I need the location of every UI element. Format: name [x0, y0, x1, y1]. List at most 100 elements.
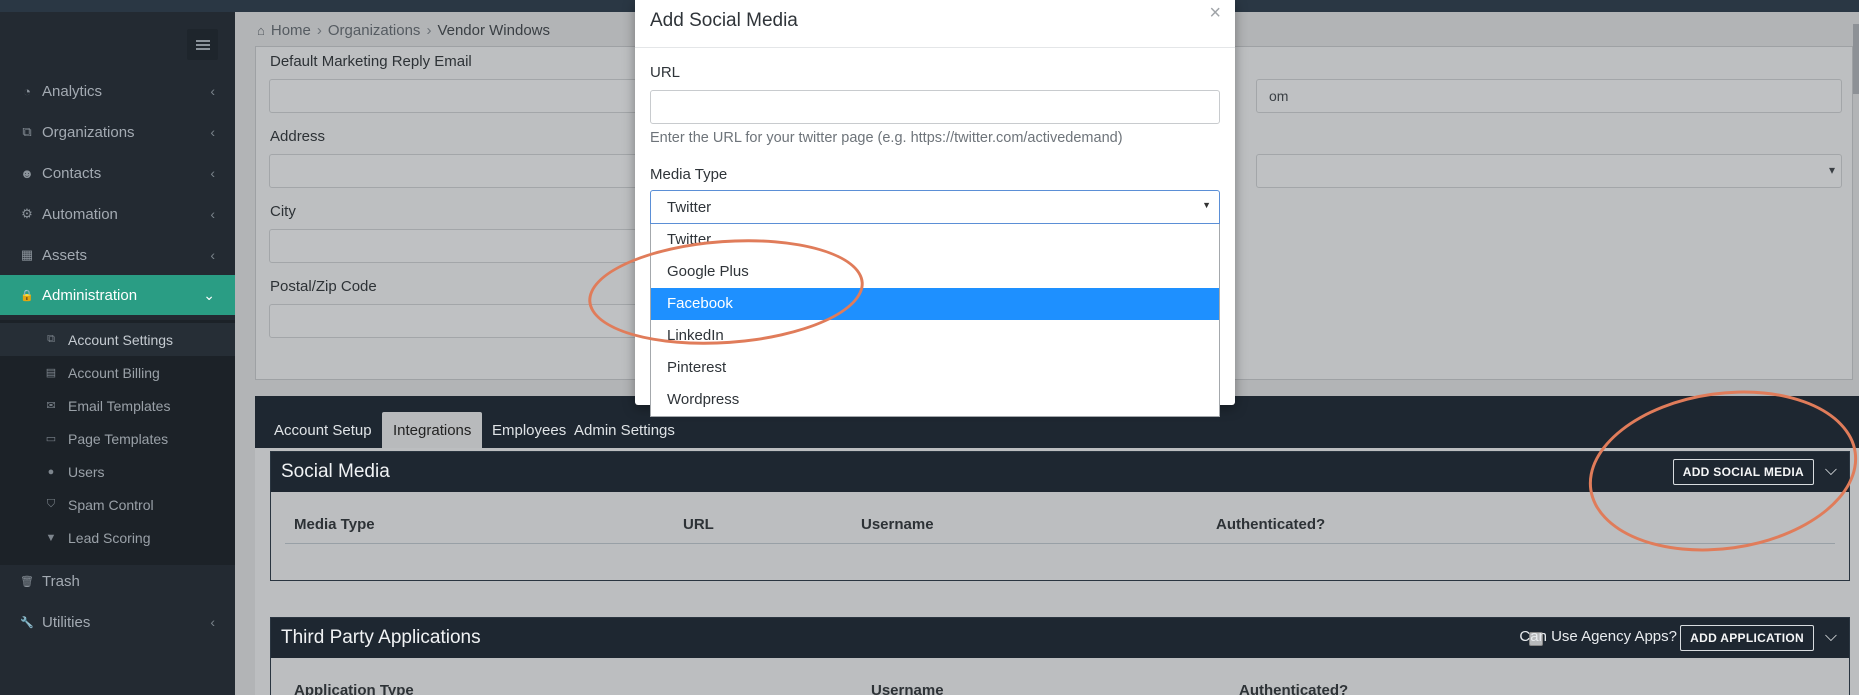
administration-submenu: ⧉ Account Settings ▤ Account Billing ✉ E… — [0, 320, 235, 565]
address-field[interactable] — [269, 154, 669, 188]
sidebar-item-label: Account Settings — [68, 331, 174, 348]
right-select-field[interactable]: ▾ — [1256, 154, 1842, 188]
postal-label: Postal/Zip Code — [270, 278, 377, 295]
address-label: Address — [270, 128, 326, 145]
users-icon: ☻ — [20, 165, 34, 181]
sidebar-item-organizations[interactable]: ⧉ Organizations ‹ — [0, 112, 235, 152]
sidebar-item-label: Analytics — [42, 82, 103, 100]
hamburger-icon[interactable] — [187, 29, 218, 60]
media-type-selected: Twitter — [667, 199, 712, 216]
cogs-icon: ⚙ — [21, 206, 33, 221]
column-header: URL — [683, 516, 714, 533]
add-social-media-modal: Add Social Media × URL Enter the URL for… — [635, 0, 1235, 417]
table-divider — [285, 543, 1835, 544]
file-icon: ▤ — [45, 367, 57, 379]
sidebar: ◔ Analytics ‹ ⧉ Organizations ‹ ☻ Contac… — [0, 12, 235, 695]
sidebar-item-lead-scoring[interactable]: ▼ Lead Scoring — [0, 521, 235, 554]
breadcrumb-current: Vendor Windows — [437, 22, 550, 39]
tab-admin-settings[interactable]: Admin Settings — [563, 412, 686, 448]
chevron-left-icon: ‹ — [210, 83, 215, 99]
sidebar-item-users[interactable]: ● Users — [0, 455, 235, 488]
sidebar-item-contacts[interactable]: ☻ Contacts ‹ — [0, 153, 235, 193]
sidebar-item-label: Users — [68, 463, 105, 480]
card-title: Social Media — [281, 461, 390, 482]
tab-integrations[interactable]: Integrations — [382, 412, 483, 448]
wrench-icon: 🔧 — [20, 616, 34, 629]
column-header: Authenticated? — [1239, 682, 1349, 695]
modal-header: Add Social Media × — [635, 0, 1235, 48]
sidebar-item-label: Account Billing — [68, 364, 160, 381]
sidebar-item-page-templates[interactable]: ▭ Page Templates — [0, 422, 235, 455]
agency-apps-label: Can Use Agency Apps? — [1519, 628, 1677, 645]
tab-account-setup[interactable]: Account Setup — [263, 412, 383, 448]
select-arrow-icon: ▼ — [1202, 200, 1211, 210]
breadcrumb-organizations[interactable]: Organizations — [328, 22, 421, 39]
url-help-text: Enter the URL for your twitter page (e.g… — [650, 130, 1123, 146]
reply-email-field[interactable] — [269, 79, 669, 113]
sidebar-item-utilities[interactable]: 🔧 Utilities ‹ — [0, 602, 235, 642]
chevron-left-icon: ‹ — [210, 247, 215, 263]
chevron-down-icon[interactable]: ⌵ — [1825, 628, 1837, 646]
sidebar-item-trash[interactable]: 🗑 Trash — [0, 561, 235, 601]
sidebar-item-account-billing[interactable]: ▤ Account Billing — [0, 356, 235, 389]
sidebar-item-label: Lead Scoring — [68, 529, 151, 546]
option-wordpress[interactable]: Wordpress — [651, 384, 1219, 416]
url-label: URL — [650, 64, 681, 81]
column-header: Application Type — [294, 682, 414, 695]
media-type-label: Media Type — [650, 166, 728, 183]
sidebar-item-label: Page Templates — [68, 430, 169, 447]
select-arrow-icon: ▾ — [1828, 163, 1835, 177]
column-header: Username — [861, 516, 934, 533]
sidebar-item-spam-control[interactable]: ⛉ Spam Control — [0, 488, 235, 521]
column-header: Username — [871, 682, 944, 695]
chevron-down-icon: ⌄ — [203, 286, 215, 303]
home-icon[interactable]: ⌂ — [257, 23, 265, 38]
layout-icon: ▭ — [45, 433, 57, 445]
chevron-left-icon: ‹ — [210, 614, 215, 630]
grid-icon: ▦ — [20, 247, 34, 262]
trash-icon: 🗑 — [20, 575, 34, 588]
sidebar-item-label: Automation — [42, 205, 118, 223]
city-label: City — [270, 203, 296, 220]
dashboard-icon: ◔ — [23, 83, 31, 99]
envelope-icon: ✉ — [46, 400, 56, 412]
url-input[interactable] — [650, 90, 1220, 124]
breadcrumb-separator: › — [426, 22, 432, 39]
sidebar-item-label: Organizations — [42, 123, 135, 141]
third-party-card-header: Third Party Applications Can Use Agency … — [271, 618, 1849, 658]
third-party-card: Third Party Applications Can Use Agency … — [270, 617, 1850, 695]
right-text-field[interactable]: om — [1256, 79, 1842, 113]
sidebar-item-label: Email Templates — [68, 397, 171, 414]
right-field-value: om — [1269, 88, 1289, 104]
close-icon[interactable]: × — [1209, 2, 1221, 25]
breadcrumb-home[interactable]: Home — [271, 22, 311, 39]
add-application-button[interactable]: ADD APPLICATION — [1680, 625, 1814, 651]
sidebar-item-label: Trash — [42, 572, 80, 590]
breadcrumb: ⌂ Home › Organizations › Vendor Windows — [257, 22, 550, 39]
sidebar-item-automation[interactable]: ⚙ Automation ‹ — [0, 194, 235, 234]
sidebar-item-assets[interactable]: ▦ Assets ‹ — [0, 235, 235, 275]
sitemap-icon: ⧉ — [47, 333, 55, 345]
scrollbar[interactable] — [1853, 24, 1859, 94]
breadcrumb-separator: › — [316, 22, 322, 39]
sidebar-item-label: Utilities — [42, 613, 91, 631]
media-type-select[interactable]: Twitter ▼ — [650, 190, 1220, 224]
column-header: Authenticated? — [1216, 516, 1326, 533]
city-field[interactable] — [269, 229, 669, 263]
sidebar-item-account-settings[interactable]: ⧉ Account Settings — [0, 323, 235, 356]
chevron-left-icon: ‹ — [210, 165, 215, 181]
reply-email-label: Default Marketing Reply Email — [270, 53, 472, 70]
chevron-left-icon: ‹ — [210, 124, 215, 140]
sidebar-item-label: Assets — [42, 246, 88, 264]
user-icon: ● — [47, 465, 55, 478]
shield-icon: ⛉ — [46, 498, 56, 510]
column-header: Media Type — [294, 516, 375, 533]
sidebar-item-administration[interactable]: 🔒 Administration ⌄ — [0, 275, 235, 315]
filter-icon: ▼ — [45, 531, 57, 544]
sitemap-icon: ⧉ — [22, 124, 32, 139]
sidebar-item-email-templates[interactable]: ✉ Email Templates — [0, 389, 235, 422]
sidebar-item-label: Spam Control — [68, 496, 154, 513]
sidebar-item-analytics[interactable]: ◔ Analytics ‹ — [0, 71, 235, 111]
option-pinterest[interactable]: Pinterest — [651, 352, 1219, 384]
chevron-left-icon: ‹ — [210, 206, 215, 222]
